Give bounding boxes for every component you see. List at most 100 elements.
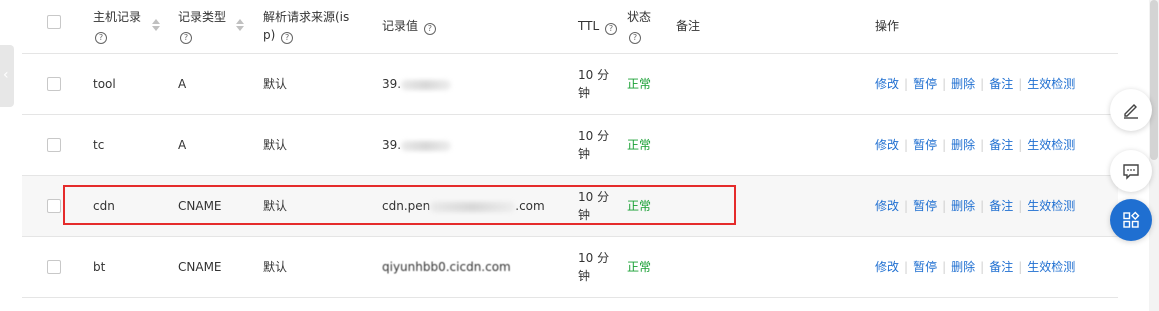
remark-link[interactable]: 备注 xyxy=(989,260,1013,274)
edit-link[interactable]: 修改 xyxy=(875,199,899,213)
host-cell: cdn xyxy=(93,199,115,213)
collapse-sidebar-handle[interactable]: ‹ xyxy=(0,45,14,107)
col-type-header[interactable]: 记录类型 ? xyxy=(178,8,226,44)
vertical-scrollbar[interactable] xyxy=(1149,0,1159,311)
remark-link[interactable]: 备注 xyxy=(989,77,1013,91)
col-value-label: 记录值 xyxy=(382,19,419,33)
remark-link[interactable]: 备注 xyxy=(989,199,1013,213)
help-icon[interactable]: ? xyxy=(281,32,294,44)
type-cell: A xyxy=(178,77,187,91)
redacted-value xyxy=(401,140,452,151)
type-cell: A xyxy=(178,138,187,152)
ttl-value: 10 分 xyxy=(578,68,610,82)
host-cell: bt xyxy=(93,260,106,274)
value-cell: 39. xyxy=(382,75,452,93)
col-source-label: 解析请求来源(is xyxy=(263,10,350,24)
status-badge: 正常 xyxy=(627,138,652,152)
ttl-value: 10 分 xyxy=(578,251,610,265)
col-actions-header: 操作 xyxy=(875,19,900,33)
table-row: cdn CNAME 默认 cdn.pen .com 10 分 钟 正常 修改 | 暂停… xyxy=(22,176,1118,237)
help-icon[interactable]: ? xyxy=(95,32,107,44)
ttl-cell: 10 分 钟 xyxy=(578,188,609,224)
ttl-unit: 钟 xyxy=(578,86,591,100)
row-checkbox[interactable] xyxy=(47,199,61,213)
ttl-cell: 10 分 钟 xyxy=(578,66,609,102)
help-icon[interactable]: ? xyxy=(604,23,617,35)
source-cell: 默认 xyxy=(263,260,288,274)
pause-link[interactable]: 暂停 xyxy=(913,77,937,91)
edit-link[interactable]: 修改 xyxy=(875,77,899,91)
help-icon[interactable]: ? xyxy=(180,32,192,44)
value-suffix: .com xyxy=(515,199,545,213)
type-cell: CNAME xyxy=(178,260,222,274)
delete-link[interactable]: 删除 xyxy=(951,199,975,213)
delete-link[interactable]: 删除 xyxy=(951,138,975,152)
ttl-cell: 10 分 钟 xyxy=(578,249,609,285)
apps-float-button[interactable] xyxy=(1110,199,1152,241)
col-status-label: 状态 xyxy=(627,10,652,24)
value-text: cdn.pen xyxy=(382,199,431,213)
redacted-value xyxy=(430,201,516,212)
col-value-header: 记录值 ? xyxy=(382,17,436,35)
col-source-label-2: p) xyxy=(263,28,276,42)
col-type-label: 记录类型 xyxy=(178,10,227,24)
help-icon[interactable]: ? xyxy=(629,32,641,44)
col-remark-header: 备注 xyxy=(676,19,701,33)
row-actions: 修改 | 暂停 | 删除 | 备注 | 生效检测 xyxy=(875,260,1076,274)
sort-icon[interactable] xyxy=(236,19,244,31)
table-header: 主机记录 ? 记录类型 ? 解析请求来源(is p) ? 记录值 ? TTL ?… xyxy=(22,0,1118,54)
ttl-unit: 钟 xyxy=(578,147,591,161)
edit-link[interactable]: 修改 xyxy=(875,260,899,274)
value-text: 39. xyxy=(382,77,402,91)
table-row: tool A 默认 39. 10 分 钟 正常 修改 | 暂停 | 删除 | 备注 | 生效检测 xyxy=(22,54,1118,115)
status-badge: 正常 xyxy=(627,260,652,274)
redacted-value xyxy=(401,79,452,90)
apps-icon xyxy=(1123,211,1140,228)
status-badge: 正常 xyxy=(627,199,652,213)
host-cell: tc xyxy=(93,138,105,152)
select-all-checkbox[interactable] xyxy=(47,15,61,29)
col-host-header[interactable]: 主机记录 ? xyxy=(93,8,141,44)
edit-float-button[interactable] xyxy=(1110,89,1152,131)
scrollbar-thumb[interactable] xyxy=(1150,0,1158,160)
pause-link[interactable]: 暂停 xyxy=(913,199,937,213)
col-ttl-header: TTL ? xyxy=(578,17,617,35)
chat-icon xyxy=(1123,164,1139,180)
col-status-header: 状态 ? xyxy=(627,8,651,44)
delete-link[interactable]: 删除 xyxy=(951,77,975,91)
sort-icon[interactable] xyxy=(152,19,160,31)
row-actions: 修改 | 暂停 | 删除 | 备注 | 生效检测 xyxy=(875,138,1076,152)
status-badge: 正常 xyxy=(627,77,652,91)
table-row: tc A 默认 39. 10 分 钟 正常 修改 | 暂停 | 删除 | 备注 | 生效检测 xyxy=(22,115,1118,176)
ttl-value: 10 分 xyxy=(578,190,610,204)
row-checkbox[interactable] xyxy=(47,77,61,91)
edit-pen-icon xyxy=(1124,104,1138,119)
pause-link[interactable]: 暂停 xyxy=(913,260,937,274)
delete-link[interactable]: 删除 xyxy=(951,260,975,274)
col-ttl-label: TTL xyxy=(578,19,600,33)
value-text: 39. xyxy=(382,138,402,152)
value-cell: qiyunhbb0.cicdn.com xyxy=(382,258,511,276)
row-checkbox[interactable] xyxy=(47,260,61,274)
row-actions: 修改 | 暂停 | 删除 | 备注 | 生效检测 xyxy=(875,77,1076,91)
chat-float-button[interactable] xyxy=(1110,150,1152,192)
col-host-label: 主机记录 xyxy=(93,10,142,24)
ttl-unit: 钟 xyxy=(578,208,591,222)
ttl-value: 10 分 xyxy=(578,129,610,143)
check-link[interactable]: 生效检测 xyxy=(1027,138,1075,152)
source-cell: 默认 xyxy=(263,199,288,213)
host-cell: tool xyxy=(93,77,116,91)
chevron-left-icon: ‹ xyxy=(3,67,9,83)
table-row: bt CNAME 默认 qiyunhbb0.cicdn.com 10 分 钟 正… xyxy=(22,237,1118,298)
check-link[interactable]: 生效检测 xyxy=(1027,77,1075,91)
help-icon[interactable]: ? xyxy=(423,23,436,35)
value-text: qiyunhbb0.cicdn.com xyxy=(382,260,511,274)
check-link[interactable]: 生效检测 xyxy=(1027,199,1075,213)
row-checkbox[interactable] xyxy=(47,138,61,152)
col-source-header: 解析请求来源(is p) ? xyxy=(263,8,349,44)
edit-link[interactable]: 修改 xyxy=(875,138,899,152)
pause-link[interactable]: 暂停 xyxy=(913,138,937,152)
value-cell: cdn.pen .com xyxy=(382,197,545,215)
check-link[interactable]: 生效检测 xyxy=(1027,260,1075,274)
remark-link[interactable]: 备注 xyxy=(989,138,1013,152)
